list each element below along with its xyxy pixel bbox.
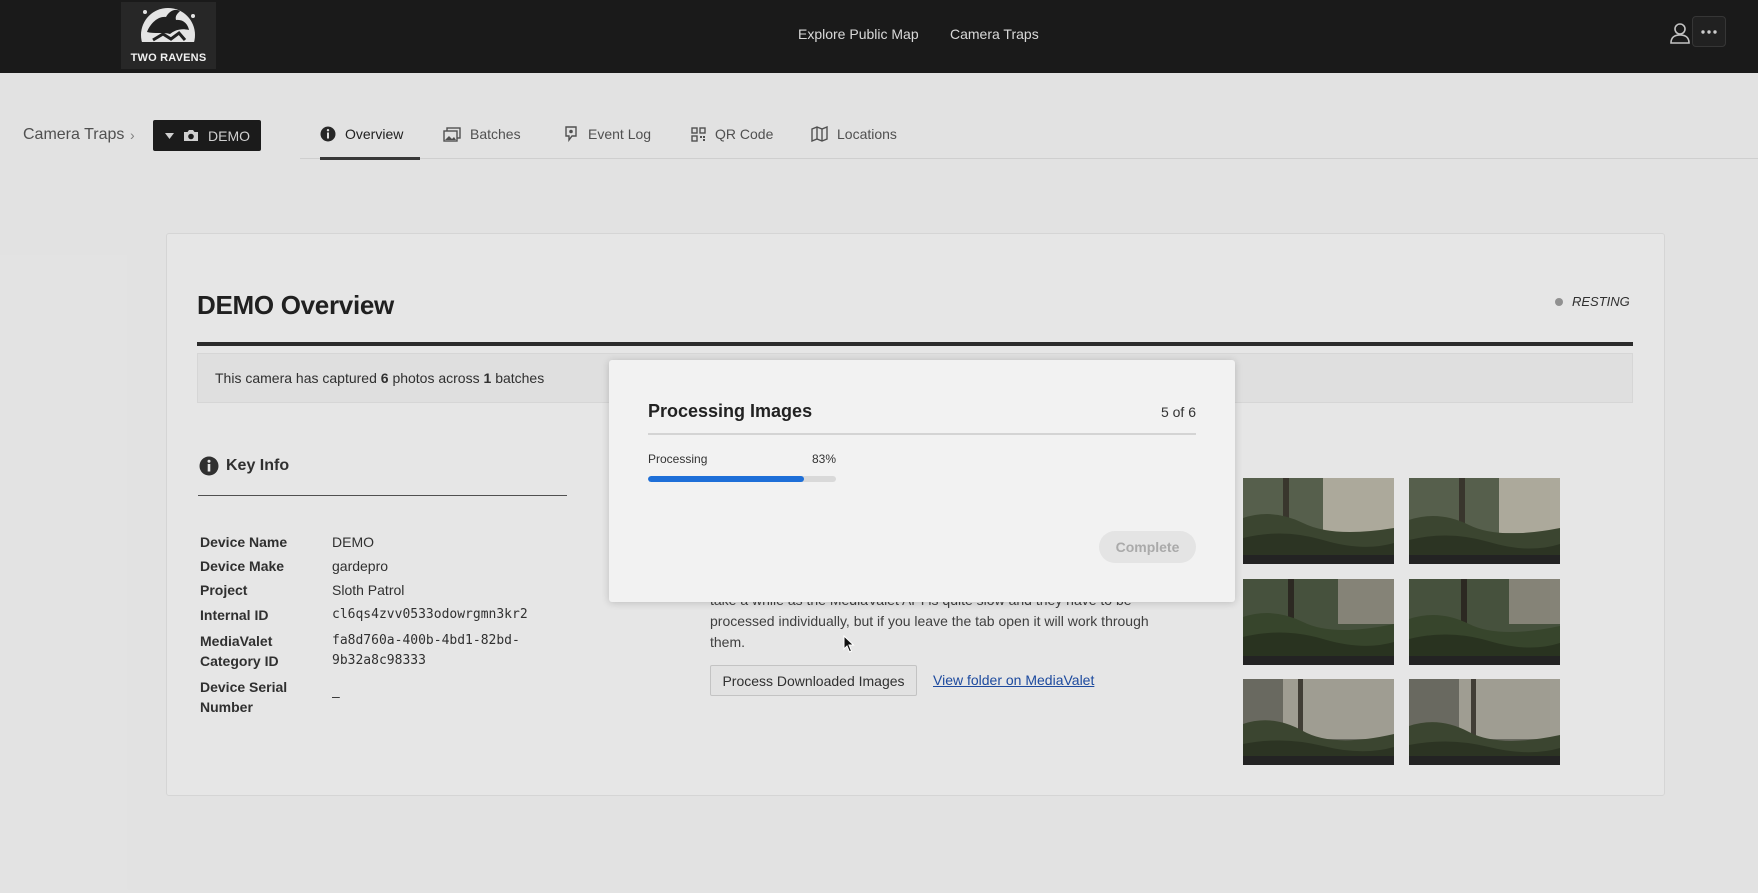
mouse-cursor-icon <box>843 634 855 658</box>
processing-images-dialog: Processing Images 5 of 6 Processing 83% … <box>609 360 1235 602</box>
progress-label: Processing <box>648 452 708 466</box>
progress-bar-fill <box>648 476 805 482</box>
dialog-title: Processing Images <box>648 401 813 421</box>
progress-percent: 83% <box>811 452 836 466</box>
complete-button[interactable]: Complete <box>1099 531 1196 563</box>
dialog-divider <box>648 433 1196 435</box>
processing-count: 5 of 6 <box>1160 404 1196 420</box>
progress-bar <box>648 476 836 482</box>
